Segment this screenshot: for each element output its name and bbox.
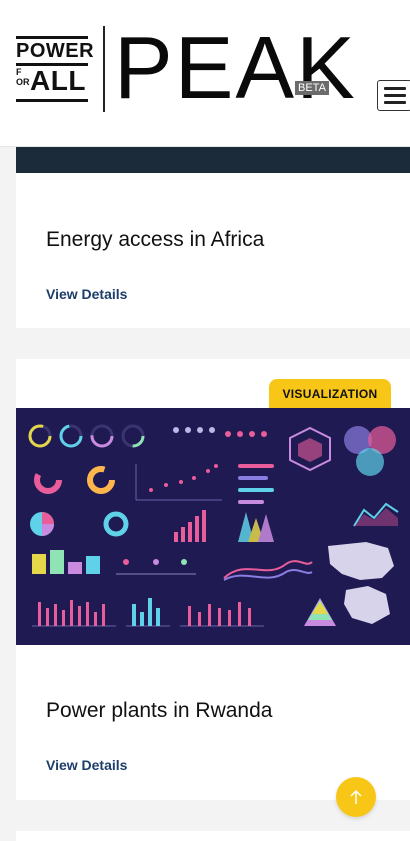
infographic-dashboard-image[interactable] [16, 408, 410, 645]
beta-badge: BETA [295, 81, 329, 95]
arrow-up-icon [350, 789, 362, 804]
dataset-card: VISUALIZATION Power plants in Rwanda Vie… [16, 359, 410, 800]
power-for-all-logo[interactable]: POWER F OR ALL [16, 36, 94, 102]
site-header: POWER F OR ALL PEAK BETA [0, 0, 410, 147]
logo-divider [103, 26, 105, 112]
logo-all-text: ALL [30, 65, 86, 96]
card-title[interactable]: Energy access in Africa [46, 228, 264, 252]
visualization-badge: VISUALIZATION [269, 379, 391, 409]
dataset-card [16, 831, 410, 841]
card-image [16, 146, 410, 173]
logo-for-text-2: OR [16, 77, 30, 87]
logo-power-text: POWER [16, 40, 95, 62]
view-details-link[interactable]: View Details [46, 757, 127, 773]
scroll-to-top-button[interactable] [336, 777, 376, 817]
hamburger-menu-icon [383, 87, 406, 90]
hamburger-menu-button[interactable] [377, 80, 410, 111]
card-title[interactable]: Power plants in Rwanda [46, 699, 272, 723]
view-details-link[interactable]: View Details [46, 286, 127, 302]
peak-brand-title[interactable]: PEAK [114, 24, 357, 112]
logo-for-text: F [16, 67, 22, 77]
